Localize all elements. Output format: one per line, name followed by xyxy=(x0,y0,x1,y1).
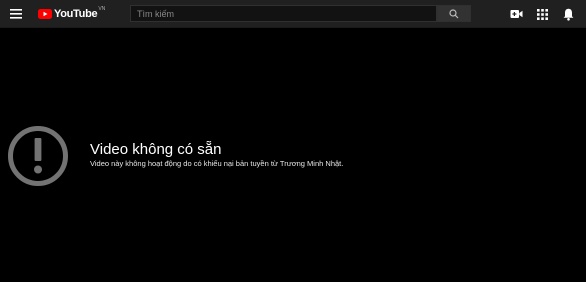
youtube-play-logo-icon xyxy=(38,9,52,19)
logo-country-code: VN xyxy=(98,6,106,12)
youtube-logo[interactable]: YouTube VN xyxy=(38,6,106,21)
notifications-bell-icon[interactable] xyxy=(561,7,575,21)
video-player-error: Video không có sẵn Video này không hoạt … xyxy=(0,28,586,282)
search-input[interactable] xyxy=(130,5,437,22)
apps-grid-icon[interactable] xyxy=(535,7,549,21)
logo-text: YouTube xyxy=(54,8,98,20)
error-title: Video không có sẵn xyxy=(90,141,222,158)
error-description: Video này không hoạt động do có khiếu nạ… xyxy=(90,159,344,168)
search-icon xyxy=(449,8,459,18)
menu-icon[interactable] xyxy=(9,7,25,21)
alert-circle-icon xyxy=(8,126,68,186)
top-bar: YouTube VN xyxy=(0,0,586,28)
search-button[interactable] xyxy=(437,5,471,22)
create-video-icon[interactable] xyxy=(509,7,523,21)
